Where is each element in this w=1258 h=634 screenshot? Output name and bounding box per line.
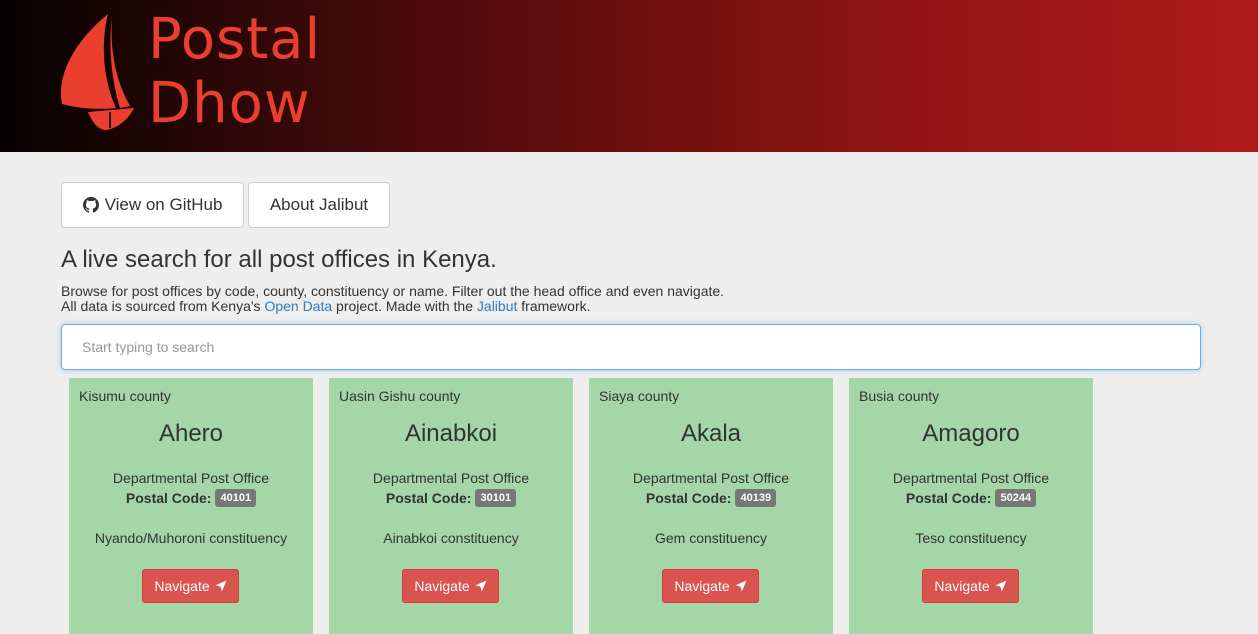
description-text-b: project. Made with the bbox=[332, 298, 477, 314]
card-office-type: Departmental Post Office bbox=[372, 470, 530, 486]
postal-code-label: Postal Code: bbox=[385, 490, 472, 506]
card-office-name: Ahero bbox=[158, 420, 224, 447]
card-postal-code: Postal Code: 40139 bbox=[589, 489, 833, 507]
location-arrow-icon bbox=[735, 580, 747, 592]
brand-name: Postal Dhow bbox=[148, 8, 321, 136]
page-description: Browse for post offices by code, county,… bbox=[61, 284, 724, 314]
card-constituency: Gem constituency bbox=[654, 530, 768, 546]
postal-code-label: Postal Code: bbox=[645, 490, 732, 506]
card-county: Siaya county bbox=[599, 388, 680, 404]
about-jalibut-button[interactable]: About Jalibut bbox=[248, 182, 390, 228]
about-button-label: About Jalibut bbox=[269, 195, 369, 214]
postal-code-label: Postal Code: bbox=[905, 490, 992, 506]
location-arrow-icon bbox=[475, 580, 487, 592]
navigate-button[interactable]: Navigate bbox=[662, 569, 759, 603]
github-icon bbox=[82, 197, 99, 213]
brand-line-2: Dhow bbox=[148, 71, 311, 136]
card-postal-code: Postal Code: 30101 bbox=[329, 489, 573, 507]
navigate-label: Navigate bbox=[154, 578, 210, 594]
postal-code-label: Postal Code: bbox=[125, 490, 212, 506]
navigate-label: Navigate bbox=[934, 578, 990, 594]
navigate-button[interactable]: Navigate bbox=[402, 569, 499, 603]
postal-code-badge: 50244 bbox=[995, 489, 1037, 507]
post-office-card: Uasin Gishu county Ainabkoi Departmental… bbox=[329, 378, 573, 634]
navigate-label: Navigate bbox=[414, 578, 470, 594]
card-constituency: Ainabkoi constituency bbox=[383, 530, 519, 546]
description-line-2: All data is sourced from Kenya's Open Da… bbox=[61, 299, 724, 314]
post-office-card: Busia county Amagoro Departmental Post O… bbox=[849, 378, 1093, 634]
card-office-name: Akala bbox=[680, 420, 742, 447]
open-data-link[interactable]: Open Data bbox=[264, 298, 332, 314]
page-tagline: A live search for all post offices in Ke… bbox=[61, 246, 497, 273]
card-postal-code: Postal Code: 40101 bbox=[69, 489, 313, 507]
location-arrow-icon bbox=[995, 580, 1007, 592]
card-office-type: Departmental Post Office bbox=[112, 470, 270, 486]
postal-code-badge: 40139 bbox=[735, 489, 777, 507]
github-button-label: View on GitHub bbox=[104, 195, 223, 214]
card-office-type: Departmental Post Office bbox=[892, 470, 1050, 486]
card-county: Kisumu county bbox=[79, 388, 171, 404]
search-input[interactable] bbox=[61, 324, 1201, 370]
description-text-c: framework. bbox=[517, 298, 591, 314]
postal-code-badge: 30101 bbox=[475, 489, 517, 507]
jalibut-link[interactable]: Jalibut bbox=[477, 298, 517, 314]
card-constituency: Teso constituency bbox=[915, 530, 1027, 546]
brand-line-1: Postal bbox=[148, 7, 322, 72]
post-office-card: Siaya county Akala Departmental Post Off… bbox=[589, 378, 833, 634]
card-office-name: Ainabkoi bbox=[404, 420, 498, 447]
post-office-card: Kisumu county Ahero Departmental Post Of… bbox=[69, 378, 313, 634]
navigate-button[interactable]: Navigate bbox=[142, 569, 239, 603]
card-postal-code: Postal Code: 50244 bbox=[849, 489, 1093, 507]
site-header: Postal Dhow bbox=[0, 0, 1258, 152]
dhow-sail-icon bbox=[60, 14, 134, 130]
card-office-name: Amagoro bbox=[922, 420, 1020, 447]
card-office-type: Departmental Post Office bbox=[632, 470, 790, 486]
description-text-a: All data is sourced from Kenya's bbox=[61, 298, 265, 314]
card-constituency: Nyando/Muhoroni constituency bbox=[94, 530, 288, 546]
description-line-1: Browse for post offices by code, county,… bbox=[61, 283, 725, 299]
location-arrow-icon bbox=[215, 580, 227, 592]
card-county: Uasin Gishu county bbox=[339, 388, 461, 404]
postal-code-badge: 40101 bbox=[215, 489, 257, 507]
card-county: Busia county bbox=[859, 388, 940, 404]
view-on-github-button[interactable]: View on GitHub bbox=[61, 182, 244, 228]
navigate-label: Navigate bbox=[674, 578, 730, 594]
navigate-button[interactable]: Navigate bbox=[922, 569, 1019, 603]
